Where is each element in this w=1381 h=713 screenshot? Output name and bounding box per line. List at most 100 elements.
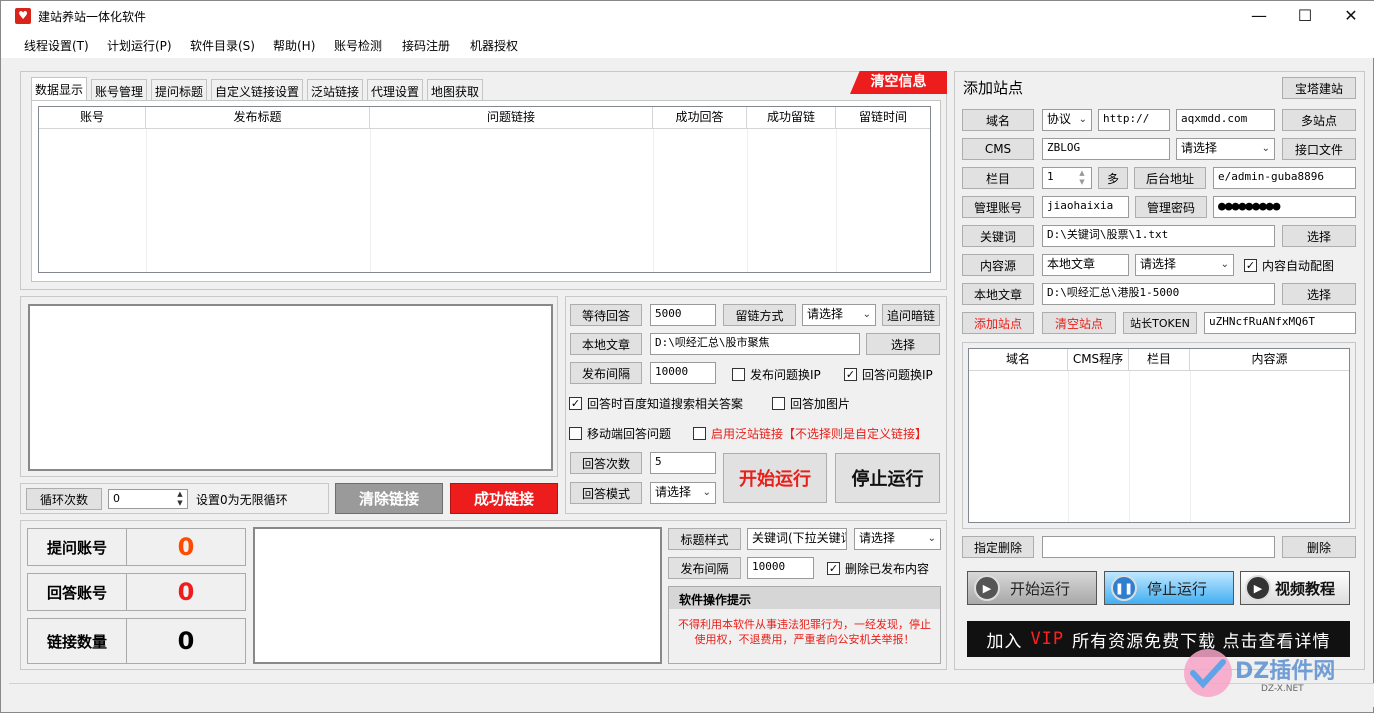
keyword-path-input[interactable]: D:\关键词\股票\1.txt xyxy=(1042,225,1275,247)
loop-count-spinner-icon[interactable]: ▲ ▼ xyxy=(173,490,187,508)
tab-pan-site-link[interactable]: 泛站链接 xyxy=(307,79,364,100)
clear-site-button[interactable]: 清空站点 xyxy=(1042,312,1116,334)
menu-help[interactable]: 帮助(H) xyxy=(273,37,315,54)
content-source-select[interactable]: 请选择 ⌄ xyxy=(1135,254,1234,276)
column-spinner-icon[interactable]: ▲ ▼ xyxy=(1075,169,1089,187)
mobile-answer-checkbox[interactable]: 移动端回答问题 xyxy=(569,425,671,442)
local-article-choose-button[interactable]: 选择 xyxy=(866,333,940,355)
col-cms[interactable]: CMS程序 xyxy=(1068,349,1129,371)
log-textarea[interactable] xyxy=(28,304,553,471)
clear-links-button[interactable]: 清除链接 xyxy=(335,483,443,514)
answer-change-ip-checkbox[interactable]: ✓ 回答问题换IP xyxy=(844,366,933,383)
success-links-button[interactable]: 成功链接 xyxy=(450,483,558,514)
keyword-button[interactable]: 关键词 xyxy=(962,225,1034,247)
tab-proxy[interactable]: 代理设置 xyxy=(367,79,424,100)
col-column[interactable]: 栏目 xyxy=(1129,349,1190,371)
admin-url-input[interactable]: e/admin-guba8896 xyxy=(1213,167,1356,189)
local-article-button[interactable]: 本地文章 xyxy=(570,333,642,355)
site-stop-run-button[interactable]: ❚❚ 停止运行 xyxy=(1104,571,1234,605)
delete-specified-button[interactable]: 指定删除 xyxy=(962,536,1034,558)
tab-data-display[interactable]: 数据显示 xyxy=(31,77,88,101)
admin-pass-input[interactable]: ●●●●●●●●● xyxy=(1213,196,1356,218)
menu-account-check[interactable]: 账号检测 xyxy=(334,37,382,54)
pan-site-link-checkbox[interactable]: 启用泛站链接【不选择则是自定义链接】 xyxy=(693,425,927,442)
content-source-input[interactable]: 本地文章 xyxy=(1042,254,1129,276)
publish-change-ip-checkbox[interactable]: 发布问题换IP xyxy=(732,366,821,383)
answer-image-checkbox[interactable]: 回答加图片 xyxy=(772,395,850,412)
webmaster-token-input[interactable]: uZHNcfRuANfxMQ6T xyxy=(1204,312,1356,334)
admin-user-input[interactable]: jiaohaixia xyxy=(1042,196,1129,218)
title-log-textarea[interactable] xyxy=(253,527,662,664)
menu-scheduled-run[interactable]: 计划运行(P) xyxy=(107,37,172,54)
local-article-path-input[interactable]: D:\呗经汇总\股市聚焦 xyxy=(650,333,860,355)
baidu-search-checkbox[interactable]: ✓ 回答时百度知道搜索相关答案 xyxy=(569,395,743,412)
col-question-link[interactable]: 问题链接 xyxy=(370,107,653,129)
link-method-button[interactable]: 留链方式 xyxy=(723,304,796,326)
add-site-button[interactable]: 添加站点 xyxy=(962,312,1034,334)
stop-run-button[interactable]: 停止运行 xyxy=(835,453,940,503)
tab-account-manage[interactable]: 账号管理 xyxy=(91,79,148,100)
col-success-link[interactable]: 成功留链 xyxy=(747,107,836,129)
close-button[interactable]: ✕ xyxy=(1328,1,1374,32)
column-button[interactable]: 栏目 xyxy=(962,167,1034,189)
tab-map-fetch[interactable]: 地图获取 xyxy=(427,79,484,100)
wait-answer-button[interactable]: 等待回答 xyxy=(570,304,642,326)
col-success-answer[interactable]: 成功回答 xyxy=(653,107,747,129)
answer-mode-button[interactable]: 回答模式 xyxy=(570,482,642,504)
title-style-input[interactable]: 关键词(下拉关键词) xyxy=(747,528,847,550)
cms-button[interactable]: CMS xyxy=(962,138,1034,160)
menu-sms-register[interactable]: 接码注册 xyxy=(402,37,450,54)
admin-url-button[interactable]: 后台地址 xyxy=(1134,167,1206,189)
loop-count-button[interactable]: 循环次数 xyxy=(26,488,102,510)
answer-count-button[interactable]: 回答次数 xyxy=(570,452,642,474)
admin-user-button[interactable]: 管理账号 xyxy=(962,196,1034,218)
cms-input[interactable]: ZBLOG xyxy=(1042,138,1170,160)
maximize-button[interactable]: ☐ xyxy=(1282,1,1328,32)
link-method-select[interactable]: 请选择 ⌄ xyxy=(802,304,876,326)
col-domain[interactable]: 域名 xyxy=(969,349,1068,371)
menu-thread-settings[interactable]: 线程设置(T) xyxy=(24,37,89,54)
domain-button[interactable]: 域名 xyxy=(962,109,1034,131)
multi-site-button[interactable]: 多站点 xyxy=(1282,109,1356,131)
publish-interval-input[interactable]: 10000 xyxy=(650,362,716,384)
pagoda-build-button[interactable]: 宝塔建站 xyxy=(1282,77,1356,99)
menu-machine-auth[interactable]: 机器授权 xyxy=(470,37,518,54)
title-publish-interval-input[interactable]: 10000 xyxy=(747,557,814,579)
follow-dark-link-button[interactable]: 追问暗链 xyxy=(882,304,940,326)
multi-column-button[interactable]: 多 xyxy=(1098,167,1128,189)
cms-select[interactable]: 请选择 ⌄ xyxy=(1176,138,1275,160)
clear-info-button[interactable]: 清空信息 xyxy=(850,71,947,94)
start-run-button[interactable]: 开始运行 xyxy=(723,453,827,503)
domain-input[interactable]: aqxmdd.com xyxy=(1176,109,1275,131)
delete-button[interactable]: 删除 xyxy=(1282,536,1356,558)
video-tutorial-button[interactable]: ▶ 视频教程 xyxy=(1240,571,1350,605)
site-start-run-button[interactable]: ▶ 开始运行 xyxy=(967,571,1097,605)
delete-published-checkbox[interactable]: ✓ 删除已发布内容 xyxy=(827,560,929,577)
delete-specified-input[interactable] xyxy=(1042,536,1275,558)
title-style-button[interactable]: 标题样式 xyxy=(668,528,741,550)
menu-software-dir[interactable]: 软件目录(S) xyxy=(190,37,255,54)
col-publish-title[interactable]: 发布标题 xyxy=(146,107,370,129)
webmaster-token-button[interactable]: 站长TOKEN xyxy=(1123,312,1197,334)
site-local-article-button[interactable]: 本地文章 xyxy=(962,283,1034,305)
tab-custom-link[interactable]: 自定义链接设置 xyxy=(211,79,304,100)
answer-count-input[interactable]: 5 xyxy=(650,452,716,474)
site-local-article-choose-button[interactable]: 选择 xyxy=(1282,283,1356,305)
interface-file-button[interactable]: 接口文件 xyxy=(1282,138,1356,160)
site-local-article-input[interactable]: D:\呗经汇总\港股1-5000 xyxy=(1042,283,1275,305)
keyword-choose-button[interactable]: 选择 xyxy=(1282,225,1356,247)
title-style-select[interactable]: 请选择 ⌄ xyxy=(854,528,941,550)
protocol-select[interactable]: 协议 ⌄ xyxy=(1042,109,1092,131)
publish-interval-button[interactable]: 发布间隔 xyxy=(570,362,642,384)
admin-pass-button[interactable]: 管理密码 xyxy=(1135,196,1207,218)
minimize-button[interactable]: — xyxy=(1236,1,1282,32)
wait-answer-input[interactable]: 5000 xyxy=(650,304,716,326)
col-account[interactable]: 账号 xyxy=(39,107,146,129)
title-publish-interval-button[interactable]: 发布间隔 xyxy=(668,557,741,579)
col-content-source[interactable]: 内容源 xyxy=(1190,349,1349,371)
protocol-input[interactable]: http:// xyxy=(1098,109,1170,131)
tab-question-title[interactable]: 提问标题 xyxy=(151,79,208,100)
col-link-time[interactable]: 留链时间 xyxy=(836,107,930,129)
content-source-button[interactable]: 内容源 xyxy=(962,254,1034,276)
auto-image-checkbox[interactable]: ✓ 内容自动配图 xyxy=(1244,257,1334,274)
